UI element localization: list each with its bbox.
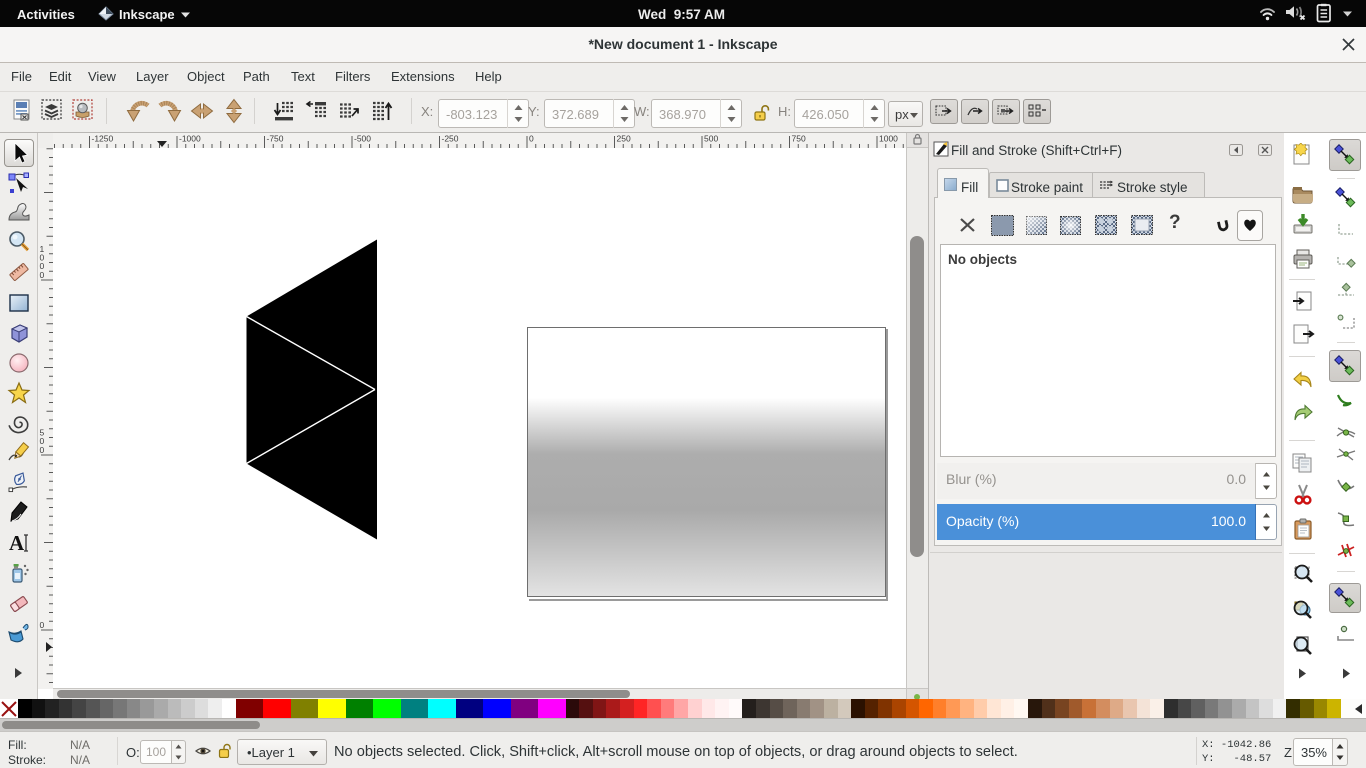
svg-text:A: A [9, 531, 25, 555]
svg-text:0: 0 [40, 620, 45, 630]
svg-text:0: 0 [529, 134, 534, 144]
svg-text:0: 0 [40, 445, 45, 455]
svg-text:250: 250 [617, 134, 631, 144]
svg-text:0: 0 [40, 270, 45, 280]
svg-text:-1000: -1000 [179, 134, 201, 144]
svg-text:-250: -250 [442, 134, 459, 144]
svg-text:-1250: -1250 [92, 134, 114, 144]
svg-text:-750: -750 [267, 134, 284, 144]
svg-text:-500: -500 [354, 134, 371, 144]
svg-text:500: 500 [704, 134, 718, 144]
svg-text:1000: 1000 [879, 134, 898, 144]
svg-text:750: 750 [792, 134, 806, 144]
